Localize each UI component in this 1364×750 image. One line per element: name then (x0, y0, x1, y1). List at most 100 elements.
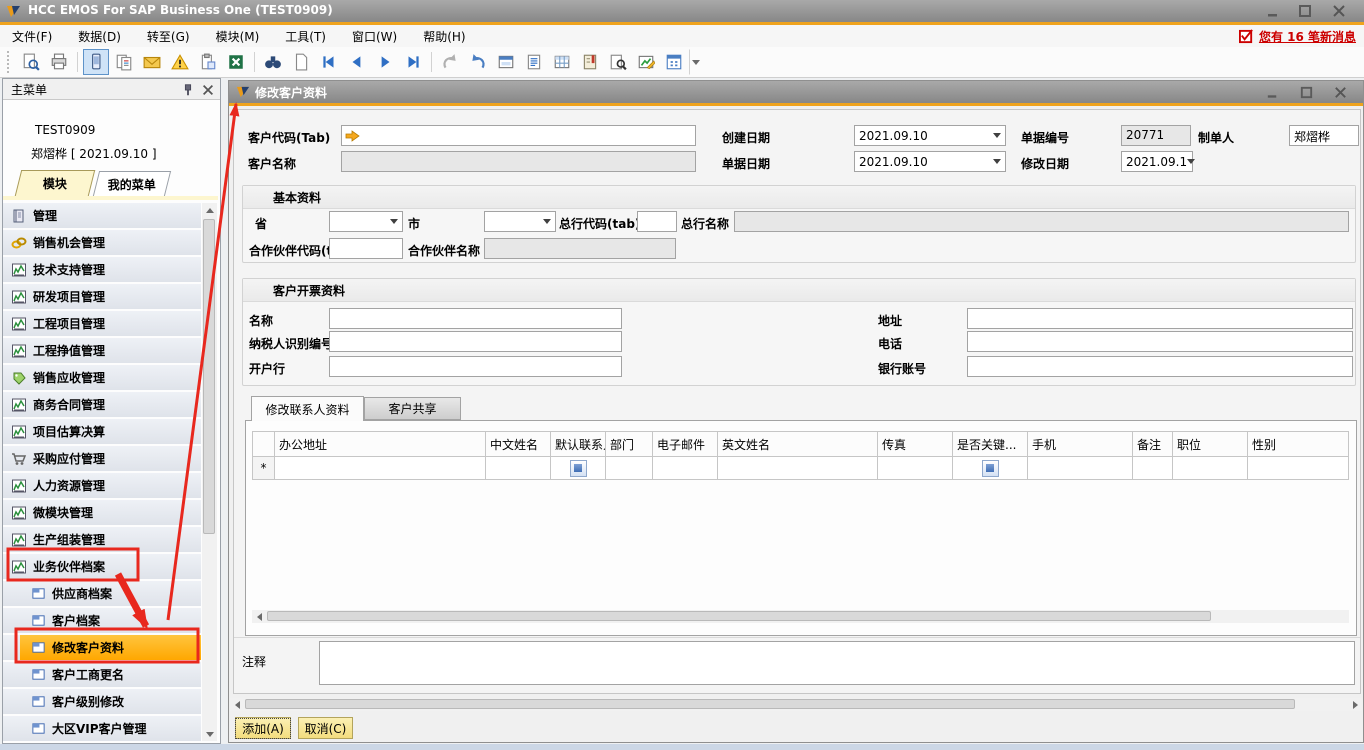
sidebar-item-project-estimate[interactable]: 项目估算决算 (3, 419, 201, 445)
new-document-icon[interactable] (288, 49, 314, 75)
sidebar-item-purchase-payable[interactable]: 采购应付管理 (3, 446, 201, 472)
scrollbar-thumb[interactable] (267, 611, 1211, 621)
cell-fax[interactable] (878, 457, 953, 480)
cell-remark[interactable] (1133, 457, 1173, 480)
sidebar-item-customer-rename[interactable]: 客户工商更名 (3, 662, 201, 688)
col-header-office-address[interactable]: 办公地址 (275, 432, 486, 457)
document-report-icon[interactable] (521, 49, 547, 75)
new-messages-link[interactable]: 您有 16 笔新消息 (1259, 28, 1356, 45)
menu-help[interactable]: 帮助(H) (423, 28, 465, 45)
mail-icon[interactable] (139, 49, 165, 75)
create-date-select[interactable]: 2021.09.10 (854, 125, 1006, 146)
cell-is-key[interactable] (953, 457, 1028, 480)
sidebar-item-hr[interactable]: 人力资源管理 (3, 473, 201, 499)
sidebar-item-business-partner-archive[interactable]: 业务伙伴档案 (3, 554, 201, 580)
col-header-rowselector[interactable] (253, 432, 275, 457)
window-form-icon[interactable] (493, 49, 519, 75)
cell-department[interactable] (606, 457, 653, 480)
scroll-left-icon[interactable] (230, 698, 244, 711)
redo-icon[interactable] (465, 49, 491, 75)
cell-position[interactable] (1173, 457, 1248, 480)
table-h-scrollbar[interactable] (252, 610, 1349, 623)
city-select[interactable] (484, 211, 556, 232)
toolbar-overflow-icon[interactable] (689, 49, 703, 75)
link-arrow-icon[interactable] (345, 129, 360, 143)
sidebar-item-modify-customer-data[interactable]: 修改客户资料 (20, 635, 201, 661)
head-bank-code-input[interactable] (637, 211, 677, 232)
excel-export-icon[interactable] (223, 49, 249, 75)
partner-code-input[interactable] (329, 238, 403, 259)
find-icon[interactable] (260, 49, 286, 75)
col-header-department[interactable]: 部门 (606, 432, 653, 457)
invoice-name-input[interactable] (329, 308, 622, 329)
sidebar-item-business-contract[interactable]: 商务合同管理 (3, 392, 201, 418)
tax-id-input[interactable] (329, 331, 622, 352)
sidebar-item-tech-support[interactable]: 技术支持管理 (3, 257, 201, 283)
cancel-button[interactable]: 取消(C) (298, 717, 353, 739)
print-preview-icon[interactable] (18, 49, 44, 75)
app-minimize-button[interactable] (1262, 3, 1284, 19)
pin-icon[interactable] (181, 83, 195, 97)
add-button[interactable]: 添加(A) (235, 717, 291, 739)
tab-my-menu[interactable]: 我的菜单 (93, 171, 171, 196)
cell-chinese-name[interactable] (486, 457, 551, 480)
copy-notes-icon[interactable] (111, 49, 137, 75)
menu-window[interactable]: 窗口(W) (352, 28, 397, 45)
toolbar-grip[interactable] (7, 51, 13, 73)
undo-icon[interactable] (437, 49, 463, 75)
scroll-left-icon[interactable] (252, 610, 266, 623)
menu-modules[interactable]: 模块(M) (216, 28, 260, 45)
sidebar-item-sales-opportunity[interactable]: 销售机会管理 (3, 230, 201, 256)
chart-edit-icon[interactable] (633, 49, 659, 75)
table-view-icon[interactable] (549, 49, 575, 75)
province-select[interactable] (329, 211, 403, 232)
col-header-gender[interactable]: 性别 (1248, 432, 1349, 457)
phone-input[interactable] (967, 331, 1353, 352)
col-header-position[interactable]: 职位 (1173, 432, 1248, 457)
scroll-down-icon[interactable] (202, 727, 217, 741)
document-search-icon[interactable] (605, 49, 631, 75)
notes-textarea[interactable] (319, 641, 1355, 685)
menu-data[interactable]: 数据(D) (78, 28, 121, 45)
address-input[interactable] (967, 308, 1353, 329)
scrollbar-thumb[interactable] (203, 219, 215, 534)
cell-mobile[interactable] (1028, 457, 1133, 480)
sidebar-item-customer-archive[interactable]: 客户档案 (3, 608, 201, 634)
form-close-button[interactable] (1329, 84, 1351, 100)
col-header-fax[interactable]: 传真 (878, 432, 953, 457)
sidebar-item-eng-project[interactable]: 工程项目管理 (3, 311, 201, 337)
bookmark-book-icon[interactable] (577, 49, 603, 75)
print-icon[interactable] (46, 49, 72, 75)
col-header-email[interactable]: 电子邮件 (653, 432, 718, 457)
col-header-chinese-name[interactable]: 中文姓名 (486, 432, 551, 457)
sidebar-item-sales-receivable[interactable]: 销售应收管理 (3, 365, 201, 391)
sidebar-item-vip-customer[interactable]: 大区VIP客户管理 (3, 716, 201, 742)
menu-goto[interactable]: 转至(G) (147, 28, 190, 45)
sidebar-item-guanli[interactable]: 管理 (3, 203, 201, 229)
cell-english-name[interactable] (718, 457, 878, 480)
app-close-button[interactable] (1328, 3, 1350, 19)
form-minimize-button[interactable] (1261, 84, 1283, 100)
new-messages-area[interactable]: 您有 16 笔新消息 (1239, 25, 1356, 47)
sidebar-item-production-assembly[interactable]: 生产组装管理 (3, 527, 201, 553)
sidebar-scrollbar[interactable] (202, 203, 217, 741)
default-contact-checkbox[interactable] (570, 460, 587, 477)
scrollbar-thumb[interactable] (245, 699, 1295, 709)
warning-icon[interactable] (167, 49, 193, 75)
bank-account-input[interactable] (967, 356, 1353, 377)
is-key-checkbox[interactable] (982, 460, 999, 477)
doc-date-select[interactable]: 2021.09.10 (854, 151, 1006, 172)
next-record-icon[interactable] (372, 49, 398, 75)
col-header-is-key[interactable]: 是否关键... (953, 432, 1028, 457)
app-maximize-button[interactable] (1294, 3, 1316, 19)
cell-office-address[interactable] (275, 457, 486, 480)
cell-email[interactable] (653, 457, 718, 480)
menu-file[interactable]: 文件(F) (12, 28, 52, 45)
scroll-up-icon[interactable] (202, 203, 217, 217)
paste-icon[interactable] (195, 49, 221, 75)
sidebar-item-supplier-archive[interactable]: 供应商档案 (3, 581, 201, 607)
cell-default-contact[interactable] (551, 457, 606, 480)
tab-modify-contacts[interactable]: 修改联系人资料 (251, 396, 364, 421)
cell-gender[interactable] (1248, 457, 1349, 480)
menu-tools[interactable]: 工具(T) (285, 28, 326, 45)
